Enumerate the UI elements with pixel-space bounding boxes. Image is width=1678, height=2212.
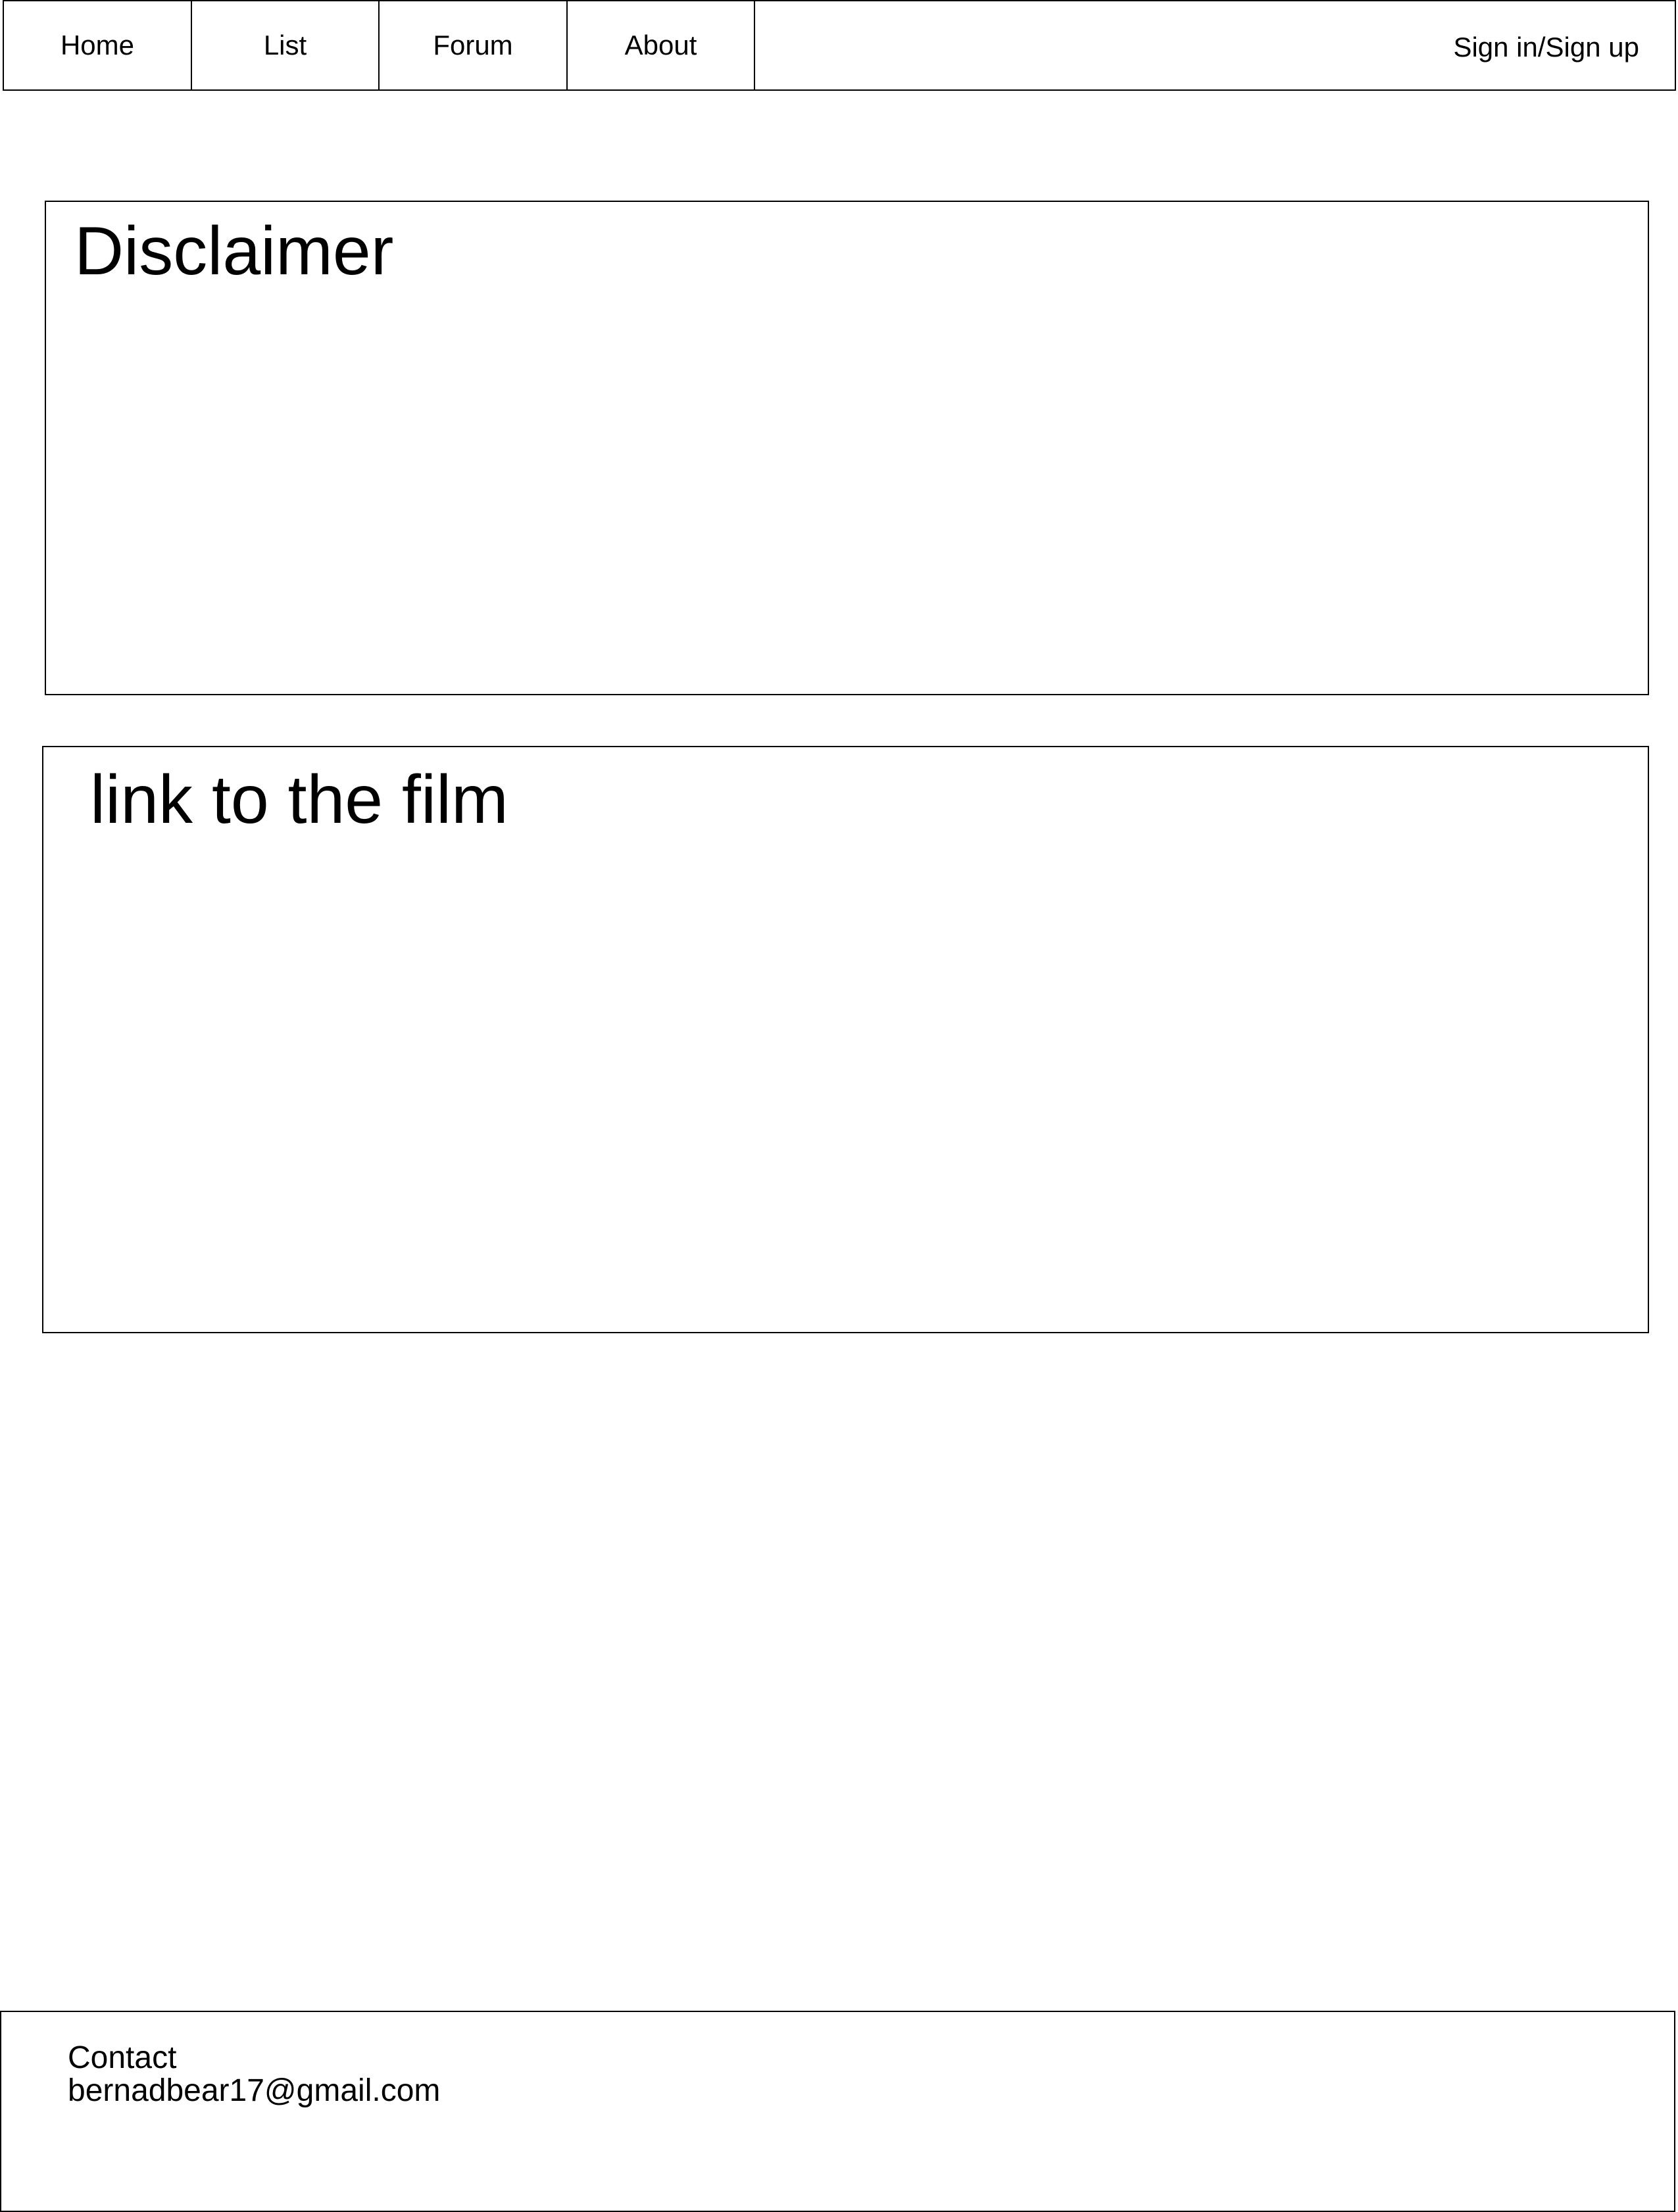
disclaimer-heading: Disclaimer (74, 213, 394, 289)
film-link-heading[interactable]: link to the film (90, 762, 508, 838)
nav-item-about[interactable]: About (568, 1, 755, 89)
sign-in-sign-up-link[interactable]: Sign in/Sign up (1453, 1, 1639, 93)
footer: Contact bernadbear17@gmail.com (0, 2011, 1675, 2212)
film-link-panel: link to the film (42, 746, 1649, 1333)
footer-contact-label: Contact (68, 2040, 177, 2075)
disclaimer-panel: Disclaimer (45, 201, 1649, 695)
nav-item-list[interactable]: List (192, 1, 380, 89)
nav-item-home[interactable]: Home (4, 1, 192, 89)
nav-item-forum[interactable]: Forum (380, 1, 568, 89)
top-navigation-bar: Home List Forum About Sign in/Sign up (3, 0, 1676, 91)
footer-contact-email[interactable]: bernadbear17@gmail.com (68, 2074, 440, 2107)
